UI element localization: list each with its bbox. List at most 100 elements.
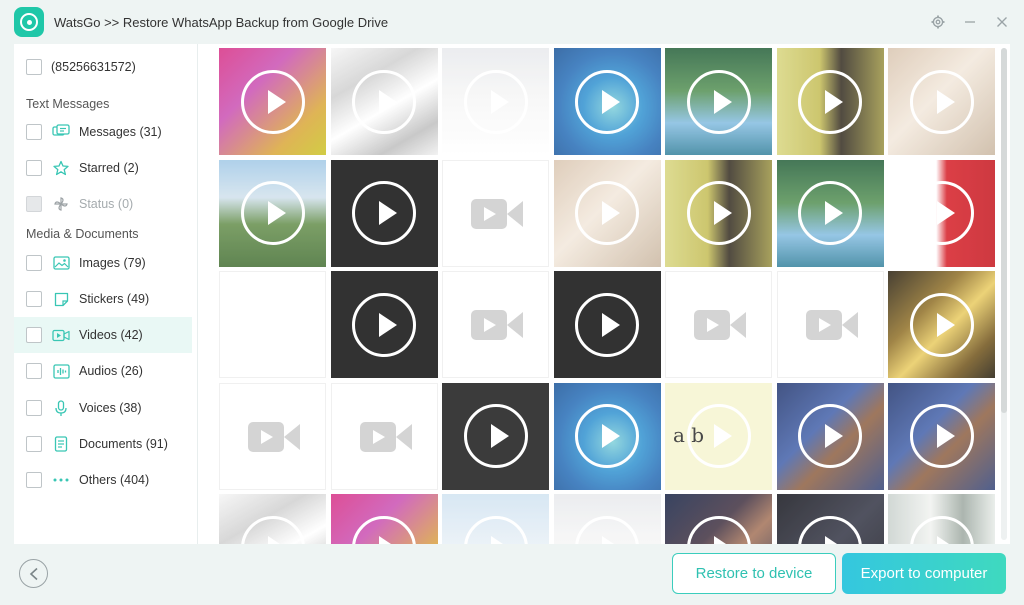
video-thumbnail[interactable] xyxy=(330,48,438,155)
video-thumbnail[interactable] xyxy=(888,494,995,544)
video-thumbnail[interactable] xyxy=(219,48,326,155)
play-icon xyxy=(798,181,862,245)
play-icon xyxy=(575,69,639,134)
sidebar-item-voices[interactable]: Voices (38) xyxy=(14,390,192,426)
video-placeholder-icon xyxy=(805,310,858,340)
sidebar-item-label: Voices (38) xyxy=(79,401,142,415)
video-placeholder-icon xyxy=(248,421,300,452)
sidebar-item-label: Starred (2) xyxy=(79,161,139,175)
play-icon xyxy=(463,69,528,134)
videos-checkbox[interactable] xyxy=(26,327,42,343)
sidebar-item-images[interactable]: Images (79) xyxy=(14,245,192,281)
video-thumbnail[interactable] xyxy=(776,494,884,544)
play-icon xyxy=(352,181,416,245)
video-thumbnail[interactable] xyxy=(330,382,438,490)
video-thumbnail[interactable] xyxy=(553,271,661,378)
video-thumbnail[interactable] xyxy=(888,271,995,378)
sidebar-item-stickers[interactable]: Stickers (49) xyxy=(14,281,192,317)
image-icon xyxy=(52,254,70,272)
starred-checkbox[interactable] xyxy=(26,160,42,176)
play-icon xyxy=(575,181,639,245)
video-thumbnail[interactable] xyxy=(442,382,549,490)
minimize-icon[interactable] xyxy=(960,12,980,32)
sidebar-item-label: Documents (91) xyxy=(79,437,168,451)
more-icon xyxy=(52,471,70,489)
video-thumbnail-grid: a b xyxy=(198,44,1010,544)
sidebar-item-label: Videos (42) xyxy=(79,328,143,342)
play-icon xyxy=(686,69,751,134)
sidebar-item-videos[interactable]: Videos (42) xyxy=(14,317,192,353)
video-thumbnail[interactable] xyxy=(553,494,661,544)
play-icon xyxy=(240,181,305,245)
video-thumbnail[interactable] xyxy=(553,382,661,490)
video-thumbnail[interactable] xyxy=(776,271,884,378)
message-icon xyxy=(52,123,70,141)
sidebar-item-audios[interactable]: Audios (26) xyxy=(14,353,192,389)
sidebar-item-label: Others (404) xyxy=(79,473,150,487)
play-icon xyxy=(575,404,639,468)
back-arrow-icon[interactable] xyxy=(19,559,48,588)
grid-scrollbar[interactable] xyxy=(1001,48,1007,540)
sidebar-item-documents[interactable]: Documents (91) xyxy=(14,426,192,462)
documents-checkbox[interactable] xyxy=(26,436,42,452)
video-thumbnail[interactable] xyxy=(330,271,438,378)
images-checkbox[interactable] xyxy=(26,255,42,271)
video-thumbnail[interactable] xyxy=(888,48,995,155)
video-thumbnail[interactable] xyxy=(219,494,326,544)
video-thumbnail[interactable] xyxy=(888,159,995,267)
stickers-checkbox[interactable] xyxy=(26,291,42,307)
video-thumbnail[interactable] xyxy=(665,271,772,378)
others-checkbox[interactable] xyxy=(26,472,42,488)
video-thumbnail[interactable] xyxy=(776,382,884,490)
play-icon xyxy=(909,404,974,468)
video-thumbnail[interactable] xyxy=(776,48,884,155)
play-icon xyxy=(463,404,528,468)
restore-to-device-button[interactable]: Restore to device xyxy=(672,553,836,594)
document-icon xyxy=(52,435,70,453)
sidebar-item-status: Status (0) xyxy=(14,186,192,222)
video-thumbnail[interactable] xyxy=(442,48,549,155)
video-thumbnail[interactable] xyxy=(553,159,661,267)
play-icon xyxy=(909,292,974,357)
sidebar-item-messages[interactable]: Messages (31) xyxy=(14,114,192,150)
video-thumbnail[interactable]: a b xyxy=(665,382,772,490)
watsgo-logo-icon xyxy=(14,7,44,37)
settings-icon[interactable] xyxy=(928,12,948,32)
sidebar-item-starred[interactable]: Starred (2) xyxy=(14,150,192,186)
phone-checkbox[interactable] xyxy=(26,59,42,75)
sidebar-item-others[interactable]: Others (404) xyxy=(14,462,192,498)
audios-checkbox[interactable] xyxy=(26,363,42,379)
video-thumbnail[interactable] xyxy=(442,494,549,544)
video-thumbnail[interactable] xyxy=(665,48,772,155)
category-sidebar: (85256631572) Text Messages Messages (31… xyxy=(14,44,198,544)
play-icon xyxy=(909,181,974,245)
video-placeholder-icon xyxy=(694,310,746,340)
video-thumbnail[interactable] xyxy=(219,382,326,490)
video-thumbnail[interactable] xyxy=(442,271,549,378)
messages-checkbox[interactable] xyxy=(26,124,42,140)
play-icon xyxy=(909,69,974,134)
video-thumbnail[interactable] xyxy=(665,494,772,544)
play-icon xyxy=(686,404,751,468)
voices-checkbox[interactable] xyxy=(26,400,42,416)
video-icon xyxy=(52,326,70,344)
play-icon xyxy=(352,69,416,134)
close-icon[interactable] xyxy=(992,12,1012,32)
video-thumbnail[interactable] xyxy=(219,159,326,267)
video-thumbnail[interactable] xyxy=(776,159,884,267)
video-thumbnail[interactable] xyxy=(665,159,772,267)
video-thumbnail[interactable] xyxy=(330,159,438,267)
video-thumbnail[interactable] xyxy=(553,48,661,155)
video-thumbnail[interactable] xyxy=(888,382,995,490)
play-icon xyxy=(798,404,862,468)
phone-row[interactable]: (85256631572) xyxy=(14,49,192,85)
export-to-computer-button[interactable]: Export to computer xyxy=(842,553,1006,594)
scrollbar-thumb[interactable] xyxy=(1001,48,1007,413)
video-thumbnail[interactable] xyxy=(442,159,549,267)
sidebar-item-label: Images (79) xyxy=(79,256,146,270)
video-thumbnail[interactable] xyxy=(330,494,438,544)
title-bar: WatsGo >> Restore WhatsApp Backup from G… xyxy=(0,0,1024,44)
video-thumbnail[interactable] xyxy=(219,271,326,378)
microphone-icon xyxy=(52,399,70,417)
play-icon xyxy=(798,69,862,134)
